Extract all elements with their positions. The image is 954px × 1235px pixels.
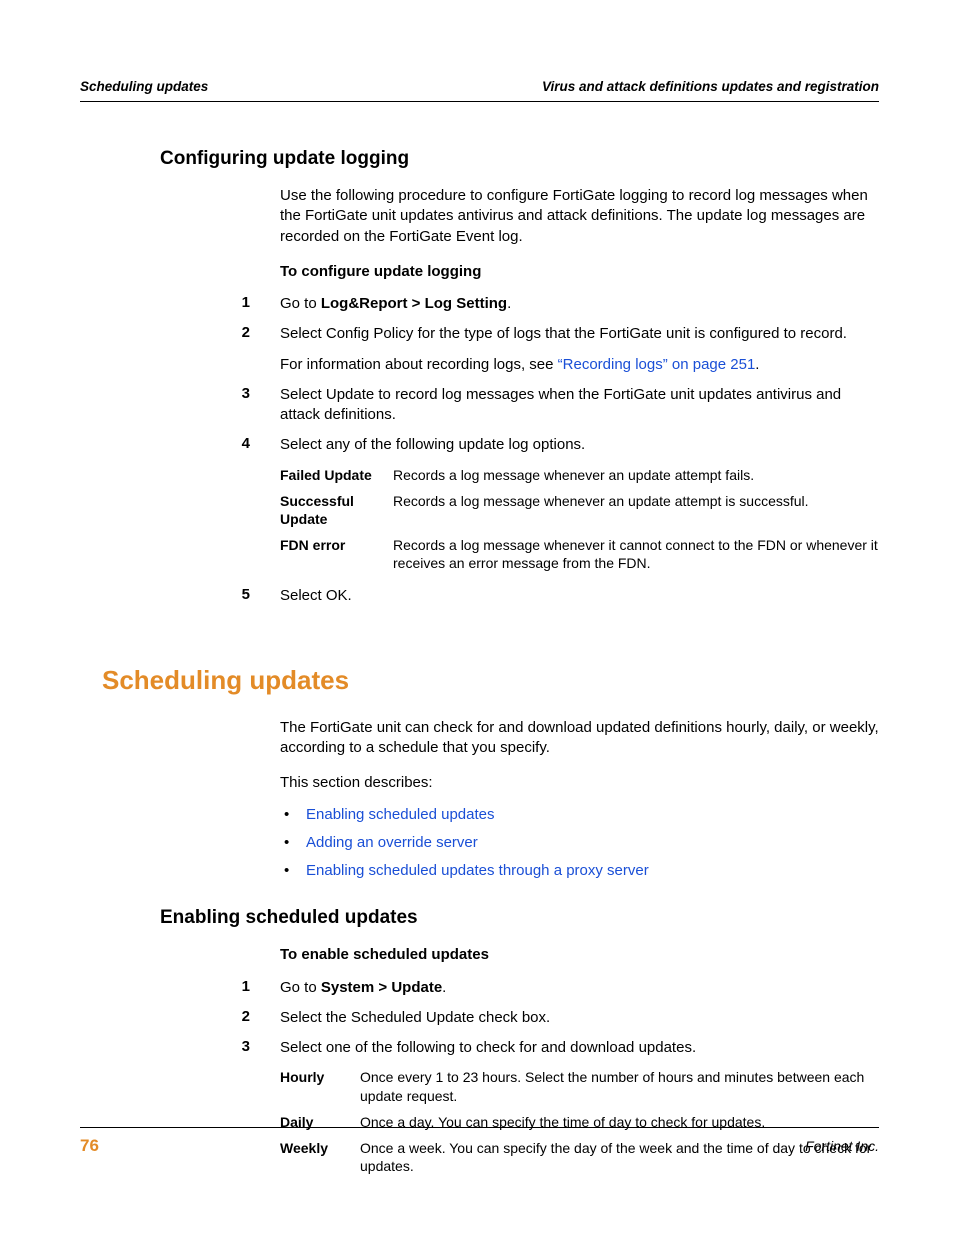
schedule-options-table: Hourly Once every 1 to 23 hours. Select … (280, 1068, 879, 1175)
term: Hourly (280, 1068, 360, 1104)
step-row: 1 Go to Log&Report > Log Setting. (80, 294, 879, 314)
bullet-icon: • (280, 803, 306, 827)
step-number: 2 (80, 1008, 280, 1028)
list-item: • Enabling scheduled updates through a p… (280, 859, 879, 883)
update-log-options-table: Failed Update Records a log message when… (280, 466, 879, 573)
running-header: Scheduling updates Virus and attack defi… (80, 79, 879, 102)
nav-path: System > Update (321, 979, 442, 996)
step-text: Go to System > Update. (280, 978, 879, 998)
term: Successful Update (280, 492, 393, 528)
step-number: 4 (80, 435, 280, 455)
desc: Records a log message whenever it cannot… (393, 536, 879, 572)
step-number: 1 (80, 294, 280, 314)
header-right: Virus and attack definitions updates and… (542, 79, 879, 94)
heading-configuring-update-logging: Configuring update logging (160, 148, 879, 170)
step-text: Select one of the following to check for… (280, 1038, 879, 1058)
intro-para: Use the following procedure to configure… (280, 186, 879, 247)
intro-para: The FortiGate unit can check for and dow… (280, 718, 879, 759)
desc: Records a log message whenever an update… (393, 492, 879, 528)
desc: Records a log message whenever an update… (393, 466, 879, 484)
step-row: 2 Select Config Policy for the type of l… (80, 324, 879, 375)
step-row: 1 Go to System > Update. (80, 978, 879, 998)
page-footer: 76 Fortinet Inc. (80, 1127, 879, 1156)
page: Scheduling updates Virus and attack defi… (0, 0, 954, 1175)
desc: Once every 1 to 23 hours. Select the num… (360, 1068, 879, 1104)
bullet-icon: • (280, 831, 306, 855)
step-number: 3 (80, 385, 280, 426)
step-text: Select Config Policy for the type of log… (280, 324, 879, 375)
step-row: 2 Select the Scheduled Update check box. (80, 1008, 879, 1028)
step-row: 3 Select one of the following to check f… (80, 1038, 879, 1058)
step-number: 1 (80, 978, 280, 998)
term: Failed Update (280, 466, 393, 484)
step-text: Select OK. (280, 586, 879, 606)
page-number: 76 (80, 1136, 99, 1156)
step-row: 4 Select any of the following update log… (80, 435, 879, 455)
step-text: Go to Log&Report > Log Setting. (280, 294, 879, 314)
desc-para: This section describes: (280, 773, 879, 793)
step-number: 5 (80, 586, 280, 606)
header-left: Scheduling updates (80, 79, 208, 94)
link-recording-logs[interactable]: “Recording logs” on page 251 (558, 356, 756, 373)
step-text: Select Update to record log messages whe… (280, 385, 879, 426)
procedure-title: To enable scheduled updates (280, 945, 879, 965)
table-row: FDN error Records a log message whenever… (280, 536, 879, 572)
link-adding-override-server[interactable]: Adding an override server (306, 831, 478, 855)
procedure-title: To configure update logging (280, 262, 879, 282)
heading-scheduling-updates: Scheduling updates (102, 665, 879, 696)
step-number: 2 (80, 324, 280, 375)
list-item: • Adding an override server (280, 831, 879, 855)
step-text: Select any of the following update log o… (280, 435, 879, 455)
term: FDN error (280, 536, 393, 572)
step-number: 3 (80, 1038, 280, 1058)
publisher: Fortinet Inc. (805, 1138, 879, 1154)
table-row: Successful Update Records a log message … (280, 492, 879, 528)
bullet-list: • Enabling scheduled updates • Adding an… (280, 803, 879, 883)
table-row: Hourly Once every 1 to 23 hours. Select … (280, 1068, 879, 1104)
step-row: 3 Select Update to record log messages w… (80, 385, 879, 426)
bullet-icon: • (280, 859, 306, 883)
list-item: • Enabling scheduled updates (280, 803, 879, 827)
link-enabling-scheduled-updates[interactable]: Enabling scheduled updates (306, 803, 494, 827)
link-enabling-via-proxy[interactable]: Enabling scheduled updates through a pro… (306, 859, 649, 883)
heading-enabling-scheduled-updates: Enabling scheduled updates (160, 907, 879, 929)
nav-path: Log&Report > Log Setting (321, 295, 507, 312)
table-row: Failed Update Records a log message when… (280, 466, 879, 484)
step-text: Select the Scheduled Update check box. (280, 1008, 879, 1028)
step-row: 5 Select OK. (80, 586, 879, 606)
